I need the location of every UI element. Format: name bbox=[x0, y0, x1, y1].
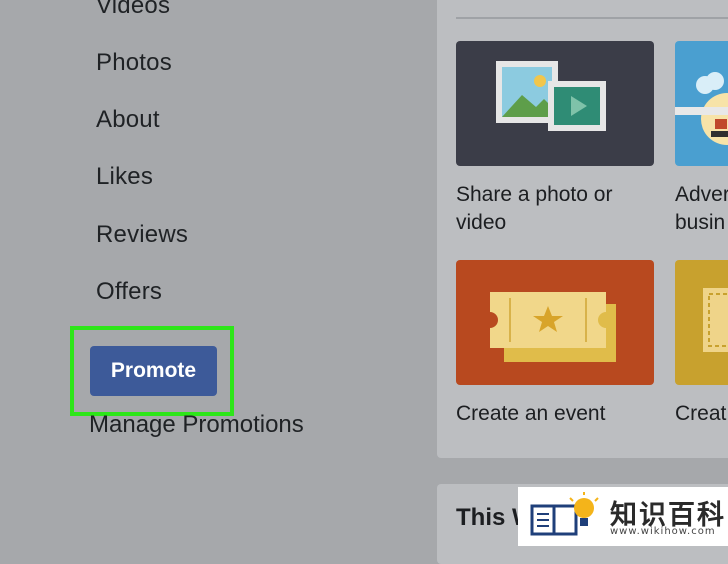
panel-divider bbox=[456, 17, 728, 19]
watermark-url: www.wikihow.com bbox=[610, 526, 716, 537]
card-label-share-photo[interactable]: Share a photo or video bbox=[456, 181, 612, 237]
promote-button[interactable]: Promote bbox=[90, 346, 217, 396]
sidebar-item-reviews[interactable]: Reviews bbox=[96, 221, 188, 249]
card-label-create-offer[interactable]: Creat bbox=[675, 400, 728, 428]
card-label-advertise[interactable]: Adver busin bbox=[675, 181, 728, 237]
page-sidebar: Videos Photos About Likes Reviews Offers… bbox=[0, 0, 430, 546]
card-label-create-event[interactable]: Create an event bbox=[456, 400, 605, 428]
photo-video-icon[interactable] bbox=[456, 41, 654, 166]
watermark: 知识百科 www.wikihow.com bbox=[518, 487, 728, 546]
manage-promotions-link[interactable]: Manage Promotions bbox=[89, 411, 304, 439]
ticket-icon[interactable] bbox=[456, 260, 654, 385]
sidebar-item-photos[interactable]: Photos bbox=[96, 49, 172, 77]
sidebar-item-about[interactable]: About bbox=[96, 106, 160, 134]
advertise-icon[interactable] bbox=[675, 41, 728, 166]
sidebar-item-offers[interactable]: Offers bbox=[96, 278, 162, 306]
sidebar-item-likes[interactable]: Likes bbox=[96, 163, 153, 191]
offer-icon[interactable] bbox=[675, 260, 728, 385]
sidebar-item-videos[interactable]: Videos bbox=[96, 0, 170, 20]
lightbulb-book-icon bbox=[530, 492, 599, 536]
